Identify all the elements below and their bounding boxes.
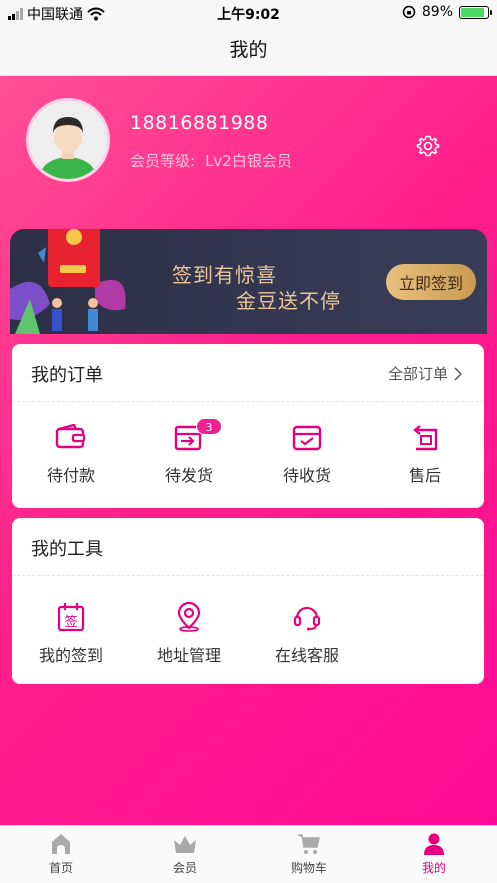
all-orders-link[interactable]: 全部订单 [388, 363, 462, 384]
order-pending-shipment-label: 待发货 [164, 466, 213, 485]
tab-cart-label: 购物车 [290, 861, 327, 875]
member-level-value: Lv2白银会员 [205, 152, 292, 170]
tools-card: 我的工具 签 我的签到 地址管理 在线客服 [12, 518, 484, 684]
user-phone: 18816881988 [130, 112, 269, 134]
tab-mine[interactable]: 我的 [394, 832, 474, 876]
order-pending-payment-label: 待付款 [46, 466, 95, 485]
tool-address-management[interactable]: 地址管理 [144, 602, 234, 666]
tool-address-management-label: 地址管理 [156, 646, 221, 665]
tab-member-label: 会员 [172, 861, 197, 875]
orders-header: 我的订单 全部订单 [12, 344, 484, 402]
signin-banner[interactable]: 签到有惊喜 金豆送不停 立即签到 [10, 229, 487, 334]
receive-box-icon [292, 425, 322, 451]
tab-cart[interactable]: 购物车 [269, 832, 349, 876]
gift-illustration [10, 229, 126, 334]
tab-mine-label: 我的 [421, 861, 446, 875]
cart-icon [298, 834, 320, 854]
orders-card: 我的订单 全部订单 待付款 3 待发货 待收货 售后 [12, 344, 484, 508]
headset-icon [293, 606, 321, 631]
home-icon [52, 834, 70, 854]
order-after-sales[interactable]: 售后 [380, 424, 470, 486]
bottom-tab-bar: 首页 会员 购物车 我的 [0, 825, 497, 883]
battery-percent: 89% [421, 4, 453, 20]
crown-icon [174, 836, 196, 853]
order-after-sales-label: 售后 [408, 466, 441, 485]
signin-now-button[interactable]: 立即签到 [386, 264, 476, 300]
pending-shipment-badge: 3 [196, 418, 222, 435]
user-icon [424, 833, 444, 855]
all-orders-label: 全部订单 [387, 365, 448, 383]
chevron-right-icon [454, 366, 462, 381]
avatar-icon [29, 101, 107, 179]
orders-title: 我的订单 [31, 365, 103, 386]
avatar[interactable] [26, 98, 110, 182]
settings-gear-icon[interactable] [416, 134, 440, 158]
tab-home[interactable]: 首页 [21, 832, 101, 876]
banner-headline: 签到有惊喜 [172, 263, 277, 287]
return-icon [413, 425, 438, 451]
order-pending-shipment[interactable]: 3 待发货 [144, 418, 234, 486]
battery-level [461, 7, 485, 17]
order-pending-payment[interactable]: 待付款 [26, 424, 116, 486]
tools-header: 我的工具 [12, 518, 484, 576]
tool-my-signin[interactable]: 签 我的签到 [26, 602, 116, 666]
calendar-sign-icon: 签 [57, 603, 85, 632]
location-icon [177, 602, 201, 632]
order-pending-receipt-label: 待收货 [282, 466, 331, 485]
member-level: 会员等级: Lv2白银会员 [130, 150, 292, 171]
status-bar: 中国联通 上午9:02 89% [0, 0, 497, 26]
page-title: 我的 [0, 26, 497, 76]
wallet-icon [55, 424, 86, 449]
tool-online-service-label: 在线客服 [274, 646, 339, 665]
battery-icon [459, 5, 492, 19]
tool-my-signin-label: 我的签到 [38, 646, 103, 665]
rotation-lock-icon [402, 5, 416, 19]
order-pending-receipt[interactable]: 待收货 [262, 424, 352, 486]
status-right: 89% [402, 4, 492, 20]
tab-home-label: 首页 [48, 861, 73, 875]
banner-subline: 金豆送不停 [236, 289, 341, 313]
calendar-sign-glyph: 签 [64, 614, 77, 630]
member-level-label: 会员等级: [130, 152, 196, 170]
tools-title: 我的工具 [31, 539, 103, 560]
tool-online-service[interactable]: 在线客服 [262, 602, 352, 666]
tab-member[interactable]: 会员 [145, 832, 225, 876]
